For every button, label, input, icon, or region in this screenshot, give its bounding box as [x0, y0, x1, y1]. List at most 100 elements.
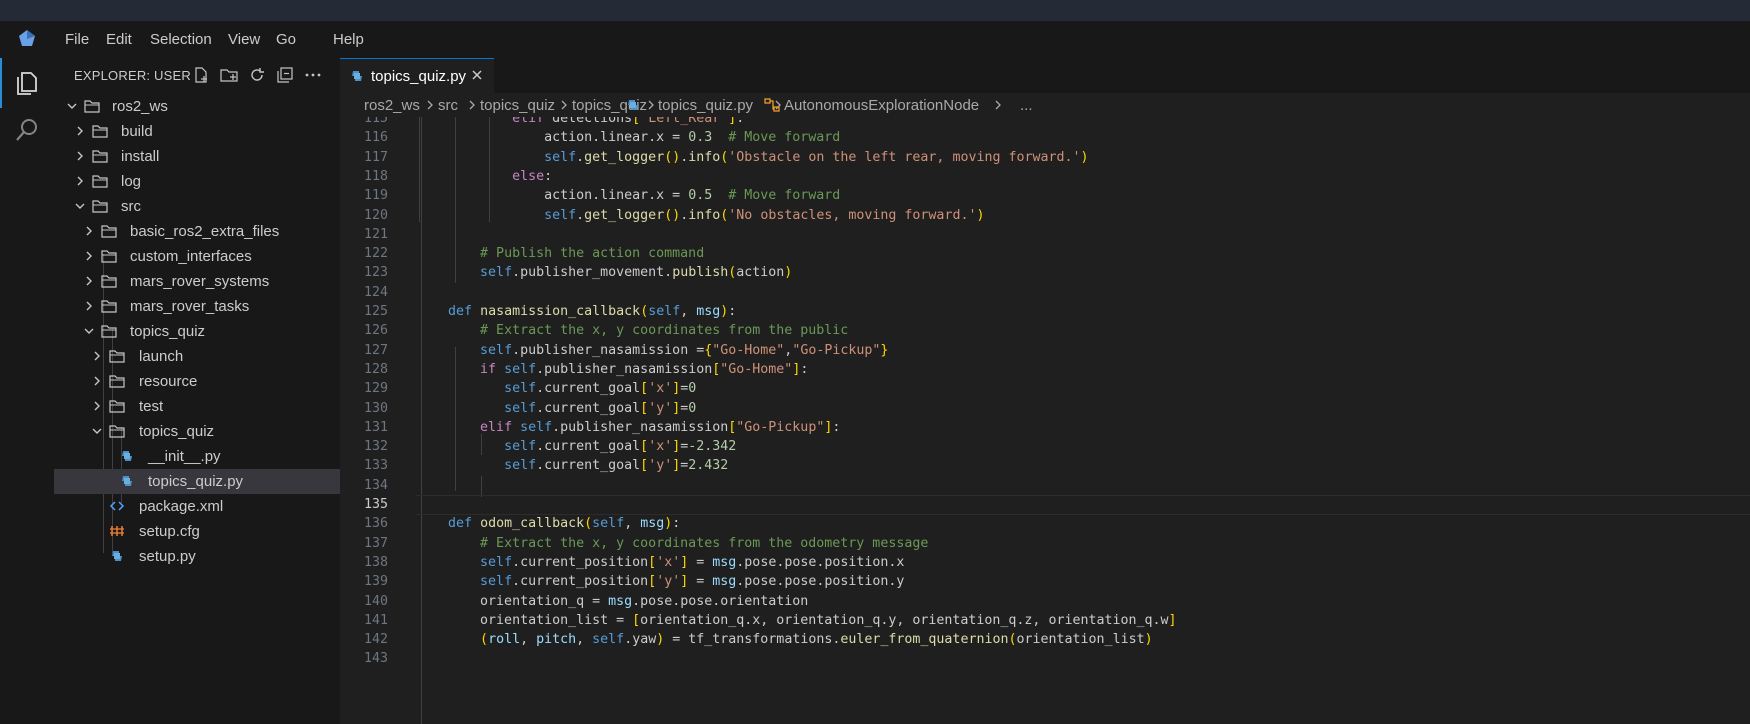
- chevron-down-icon[interactable]: [66, 100, 78, 112]
- line-number: 130: [363, 400, 388, 416]
- chevron-right-icon[interactable]: [74, 150, 86, 162]
- code-line[interactable]: 138 self.current_position['x'] = msg.pos…: [340, 553, 1750, 574]
- line-number: 121: [363, 226, 388, 242]
- code-line[interactable]: 143: [340, 649, 1750, 670]
- tree-file[interactable]: setup.py: [54, 544, 340, 569]
- breadcrumb-item[interactable]: topics_quiz: [480, 97, 555, 114]
- breadcrumb-item[interactable]: topics_quiz.py: [658, 97, 753, 114]
- code-line[interactable]: 119 action.linear.x = 0.5 # Move forward: [340, 186, 1750, 207]
- code-line[interactable]: 128 if self.publisher_nasamission["Go-Ho…: [340, 360, 1750, 381]
- tree-folder[interactable]: topics_quiz: [54, 419, 340, 444]
- folder-icon: [109, 425, 125, 438]
- refresh-icon[interactable]: [248, 66, 266, 84]
- code-text: def nasamission_callback(self, msg):: [448, 304, 737, 319]
- chevron-down-icon[interactable]: [91, 425, 103, 437]
- tree-folder[interactable]: resource: [54, 369, 340, 394]
- code-text: # Publish the action command: [480, 246, 705, 262]
- tree-folder[interactable]: topics_quiz: [54, 319, 340, 344]
- tab-topics-quiz-py[interactable]: topics_quiz.py: [340, 58, 494, 93]
- code-line[interactable]: 130 self.current_goal['y']=0: [340, 399, 1750, 420]
- code-line[interactable]: 133 self.current_goal['y']=2.432: [340, 456, 1750, 477]
- menu-selection[interactable]: Selection: [150, 31, 212, 48]
- code-line[interactable]: 140 orientation_q = msg.pose.pose.orient…: [340, 592, 1750, 613]
- code-line[interactable]: 141 orientation_list = [orientation_q.x,…: [340, 611, 1750, 632]
- line-number: 122: [363, 246, 388, 262]
- code-line[interactable]: 125 def nasamission_callback(self, msg):: [340, 302, 1750, 323]
- breadcrumb-item[interactable]: ...: [1020, 97, 1033, 114]
- tree-item-label: topics_quiz: [139, 423, 215, 440]
- chevron-right-icon[interactable]: [91, 400, 103, 412]
- breadcrumb-item[interactable]: ros2_ws: [364, 97, 420, 114]
- tree-file[interactable]: topics_quiz.py: [54, 469, 340, 494]
- tree-file[interactable]: setup.cfg: [54, 519, 340, 544]
- code-line[interactable]: 127 self.publisher_nasamission ={"Go-Hom…: [340, 341, 1750, 362]
- menu-go[interactable]: Go: [276, 31, 296, 48]
- code-line[interactable]: 120 self.get_logger().info('No obstacles…: [340, 206, 1750, 227]
- code-line[interactable]: 121: [340, 225, 1750, 246]
- chevron-right-icon[interactable]: [74, 125, 86, 137]
- code-line[interactable]: 117 self.get_logger().info('Obstacle on …: [340, 148, 1750, 169]
- chevron-down-icon[interactable]: [74, 200, 86, 212]
- more-actions-icon[interactable]: [304, 66, 322, 84]
- code-text: self.publisher_nasamission ={"Go-Home","…: [480, 342, 889, 358]
- chevron-right-icon[interactable]: [91, 375, 103, 387]
- tree-folder[interactable]: mars_rover_systems: [54, 269, 340, 294]
- new-file-icon[interactable]: [192, 66, 210, 84]
- chevron-down-icon[interactable]: [83, 325, 95, 337]
- code-line[interactable]: 122 # Publish the action command: [340, 244, 1750, 265]
- tree-folder[interactable]: basic_ros2_extra_files: [54, 219, 340, 244]
- breadcrumb-item[interactable]: AutonomousExplorationNode: [784, 97, 979, 114]
- tree-folder[interactable]: launch: [54, 344, 340, 369]
- collapse-all-icon[interactable]: [276, 66, 294, 84]
- menu-edit[interactable]: Edit: [106, 31, 132, 48]
- tree-item-label: topics_quiz.py: [148, 473, 244, 490]
- tree-folder[interactable]: ros2_ws: [54, 94, 340, 119]
- tree-folder[interactable]: log: [54, 169, 340, 194]
- tree-file[interactable]: package.xml: [54, 494, 340, 519]
- code-line[interactable]: 131 elif self.publisher_nasamission["Go-…: [340, 418, 1750, 439]
- menu-view[interactable]: View: [228, 31, 260, 48]
- tree-item-label: mars_rover_tasks: [130, 298, 250, 315]
- folder-icon: [101, 325, 117, 338]
- tree-folder[interactable]: install: [54, 144, 340, 169]
- breadcrumb-item[interactable]: src: [438, 97, 458, 114]
- new-folder-icon[interactable]: [220, 66, 238, 84]
- chevron-right-icon[interactable]: [91, 350, 103, 362]
- code-line[interactable]: 129 self.current_goal['x']=0: [340, 379, 1750, 400]
- tree-item-label: package.xml: [139, 498, 224, 515]
- explorer-icon[interactable]: [13, 69, 41, 97]
- code-line[interactable]: 137 # Extract the x, y coordinates from …: [340, 534, 1750, 555]
- tree-file[interactable]: __init__.py: [54, 444, 340, 469]
- code-line[interactable]: 142 (roll, pitch, self.yaw) = tf_transfo…: [340, 630, 1750, 651]
- chevron-right-icon[interactable]: [74, 175, 86, 187]
- code-text: (roll, pitch, self.yaw) = tf_transformat…: [480, 632, 1153, 648]
- tree-folder[interactable]: mars_rover_tasks: [54, 294, 340, 319]
- menu-help[interactable]: Help: [333, 31, 364, 48]
- line-number: 137: [363, 535, 388, 551]
- tree-folder[interactable]: test: [54, 394, 340, 419]
- code-line[interactable]: 116 action.linear.x = 0.3 # Move forward: [340, 128, 1750, 149]
- code-editor[interactable]: 115 elif detections['Left_Rear']: 116 act…: [340, 117, 1750, 724]
- chevron-right-icon[interactable]: [83, 225, 95, 237]
- code-line[interactable]: 136 def odom_callback(self, msg):: [340, 514, 1750, 535]
- line-number: 123: [363, 265, 388, 281]
- tree-folder[interactable]: src: [54, 194, 340, 219]
- tree-folder[interactable]: custom_interfaces: [54, 244, 340, 269]
- chevron-right-icon[interactable]: [83, 275, 95, 287]
- menu-file[interactable]: File: [65, 31, 89, 48]
- search-icon[interactable]: [13, 116, 41, 144]
- code-line[interactable]: 118 else:: [340, 167, 1750, 188]
- code-line[interactable]: 132 self.current_goal['x']=-2.342: [340, 437, 1750, 458]
- code-line[interactable]: 135: [340, 495, 1750, 516]
- tree-item-label: setup.py: [139, 548, 196, 565]
- code-line[interactable]: 123 self.publisher_movement.publish(acti…: [340, 263, 1750, 284]
- code-line[interactable]: 134: [340, 476, 1750, 497]
- code-line[interactable]: 139 self.current_position['y'] = msg.pos…: [340, 572, 1750, 593]
- tree-folder[interactable]: build: [54, 119, 340, 144]
- close-icon[interactable]: [470, 68, 484, 82]
- code-line[interactable]: 126 # Extract the x, y coordinates from …: [340, 321, 1750, 342]
- chevron-right-icon[interactable]: [83, 300, 95, 312]
- chevron-right-icon[interactable]: [83, 250, 95, 262]
- code-line[interactable]: 124: [340, 283, 1750, 304]
